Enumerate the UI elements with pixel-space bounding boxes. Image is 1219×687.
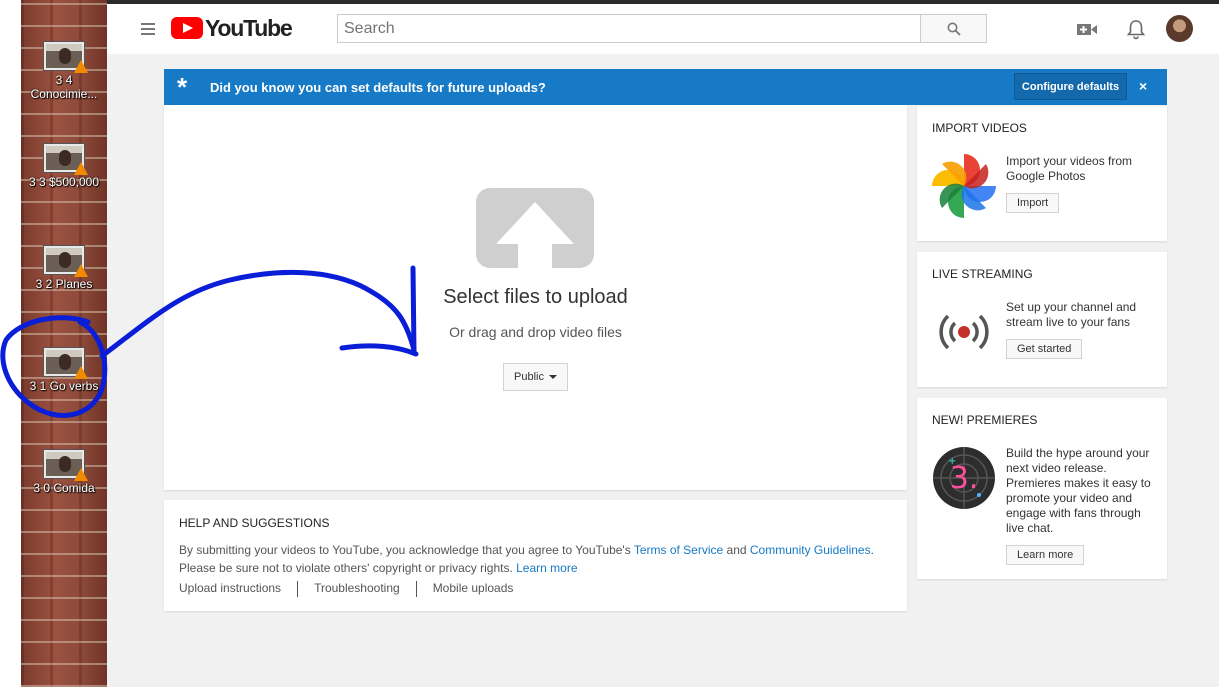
card-title: LIVE STREAMING [932, 267, 1033, 281]
live-streaming-card: LIVE STREAMING Set up your channel and s… [917, 252, 1167, 387]
premieres-card: NEW! PREMIERES 3. + Build the hype aroun… [917, 398, 1167, 579]
search-input[interactable] [337, 14, 921, 43]
desktop-wallpaper [21, 0, 107, 687]
vlc-cone-icon [74, 264, 88, 277]
search-icon [947, 22, 961, 36]
configure-defaults-button[interactable]: Configure defaults [1014, 73, 1127, 100]
desktop-file-icon[interactable]: 3 4 Conocimie... [21, 42, 107, 101]
upload-subtitle: Or drag and drop video files [449, 324, 622, 340]
masthead: YouTube [107, 4, 1219, 54]
community-guidelines-link[interactable]: Community Guidelines [750, 543, 871, 557]
vlc-cone-icon [74, 162, 88, 175]
upload-instructions-link[interactable]: Upload instructions [179, 581, 281, 597]
search-button[interactable] [920, 14, 987, 43]
video-thumbnail-icon [44, 42, 88, 73]
terms-of-service-link[interactable]: Terms of Service [634, 543, 723, 557]
upload-dropzone[interactable]: Select files to upload Or drag and drop … [164, 105, 907, 490]
logo-text: YouTube [205, 14, 293, 41]
learn-more-button[interactable]: Learn more [1006, 545, 1085, 565]
video-thumbnail-icon [44, 450, 88, 481]
youtube-upload-page: YouTube * Did you know you can set defau… [107, 0, 1219, 687]
youtube-logo[interactable]: YouTube [171, 14, 293, 41]
help-title: HELP AND SUGGESTIONS [179, 516, 330, 530]
menu-icon[interactable] [141, 23, 155, 35]
svg-text:+: + [948, 456, 956, 467]
upload-title[interactable]: Select files to upload [164, 286, 907, 309]
help-suggestions-card: HELP AND SUGGESTIONS By submitting your … [164, 500, 907, 611]
divider [415, 581, 417, 597]
vlc-cone-icon [74, 468, 88, 481]
vlc-cone-icon [74, 60, 88, 73]
video-thumbnail-icon [44, 144, 88, 175]
desktop-file-icon[interactable]: 3 0 Comida [21, 450, 107, 495]
desktop-file-label: 3 2 Planes [35, 277, 93, 291]
get-started-button[interactable]: Get started [1006, 339, 1083, 359]
import-text: Import your videos from Google Photos [1006, 154, 1133, 183]
youtube-play-icon [171, 17, 203, 39]
upload-arrow-icon[interactable] [476, 188, 594, 268]
desktop-file-label: 3 1 Go verbs [29, 379, 99, 393]
card-title: IMPORT VIDEOS [932, 121, 1027, 135]
live-text: Set up your channel and stream live to y… [1006, 300, 1137, 329]
help-text-part: and [723, 543, 750, 557]
video-thumbnail-icon [44, 246, 88, 277]
mobile-uploads-link[interactable]: Mobile uploads [433, 581, 514, 597]
asterisk-icon: * [177, 72, 188, 102]
desktop-file-icon[interactable]: 3 3 $500,000 [21, 144, 107, 189]
help-links: Upload instructions Troubleshooting Mobi… [179, 581, 513, 597]
card-title: NEW! PREMIERES [932, 413, 1038, 427]
troubleshooting-link[interactable]: Troubleshooting [314, 581, 400, 597]
banner-message: Did you know you can set defaults for fu… [210, 80, 546, 95]
video-camera-add-icon[interactable] [1076, 21, 1098, 37]
desktop-file-label: 3 3 $500,000 [28, 175, 100, 189]
defaults-banner: * Did you know you can set defaults for … [164, 69, 1167, 105]
live-broadcast-icon [939, 314, 989, 350]
video-thumbnail-icon [44, 348, 88, 379]
import-videos-card: IMPORT VIDEOS Import your videos from Go… [917, 106, 1167, 241]
divider [297, 581, 299, 597]
help-text-part: By submitting your videos to YouTube, yo… [179, 543, 634, 557]
bell-icon[interactable] [1125, 18, 1147, 40]
close-icon[interactable]: × [1139, 78, 1147, 94]
premieres-text: Build the hype around your next video re… [1006, 446, 1151, 535]
desktop-file-label: 3 4 Conocimie... [30, 73, 98, 101]
desktop-file-icon[interactable]: 3 2 Planes [21, 246, 107, 291]
premieres-countdown-icon: 3. + [933, 447, 995, 509]
google-photos-icon [932, 154, 996, 218]
import-button[interactable]: Import [1006, 193, 1060, 213]
desktop-file-icon[interactable]: 3 1 Go verbs [21, 348, 107, 393]
caret-down-icon [548, 375, 557, 379]
learn-more-link[interactable]: Learn more [516, 561, 577, 575]
privacy-dropdown[interactable]: Public [503, 363, 568, 391]
vlc-cone-icon [74, 366, 88, 379]
avatar[interactable] [1166, 15, 1193, 42]
desktop-file-label: 3 0 Comida [33, 481, 95, 495]
help-text: By submitting your videos to YouTube, yo… [179, 541, 889, 577]
desktop-area: 3 4 Conocimie... 3 3 $500,000 3 2 Planes… [0, 0, 107, 687]
privacy-value: Public [514, 371, 544, 383]
